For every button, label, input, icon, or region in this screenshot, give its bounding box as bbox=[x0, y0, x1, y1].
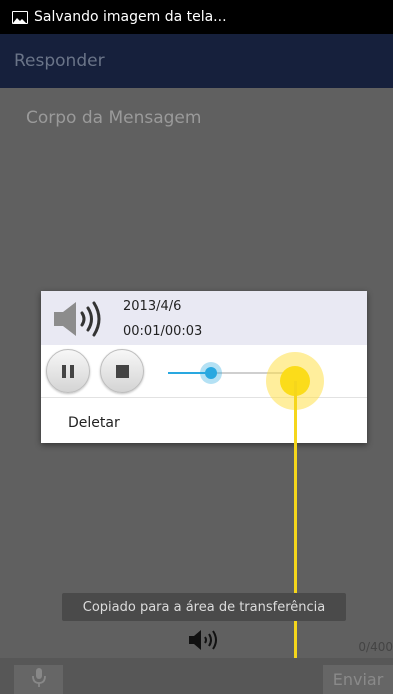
image-icon bbox=[12, 10, 28, 24]
app-header: Responder bbox=[0, 34, 393, 88]
message-body-field[interactable]: Corpo da Mensagem bbox=[26, 108, 201, 128]
seek-thumb[interactable] bbox=[199, 362, 222, 384]
microphone-icon bbox=[31, 667, 46, 692]
bottom-bar: Enviar bbox=[0, 658, 393, 694]
delete-button[interactable]: Deletar bbox=[68, 415, 120, 431]
toast-message: Copiado para a área de transferência bbox=[62, 593, 346, 621]
stop-icon bbox=[115, 364, 129, 378]
stop-button[interactable] bbox=[100, 349, 144, 393]
speaker-icon bbox=[52, 299, 108, 343]
playback-time: 00:01/00:03 bbox=[123, 324, 203, 339]
character-counter: 0/400 bbox=[358, 640, 393, 654]
microphone-button[interactable] bbox=[14, 665, 63, 694]
toast-text: Copiado para a área de transferência bbox=[82, 599, 326, 615]
player-info: 2013/4/6 00:01/00:03 bbox=[41, 291, 367, 345]
status-text: Salvando imagem da tela... bbox=[34, 9, 227, 25]
page-title: Responder bbox=[14, 51, 105, 71]
status-bar: Salvando imagem da tela... bbox=[0, 0, 393, 34]
volume-icon[interactable] bbox=[188, 629, 222, 655]
pause-icon bbox=[62, 364, 74, 378]
touch-trace-line bbox=[294, 381, 297, 694]
send-button[interactable]: Enviar bbox=[323, 665, 393, 694]
recording-date: 2013/4/6 bbox=[123, 299, 182, 314]
pause-button[interactable] bbox=[46, 349, 90, 393]
